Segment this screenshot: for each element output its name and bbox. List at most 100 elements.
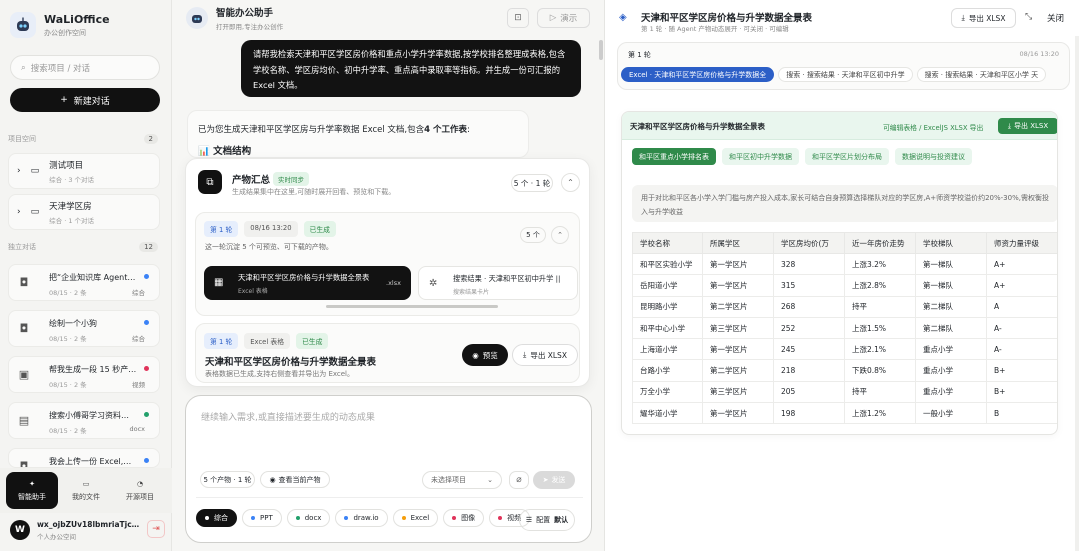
table-cell[interactable]: B+: [986, 380, 1057, 404]
table-cell[interactable]: B+: [986, 359, 1057, 382]
table-cell[interactable]: A-: [986, 338, 1057, 361]
chat-item[interactable]: ◘ 绘制一个小狗 08/15 · 2 条 综合: [8, 310, 160, 347]
table-cell[interactable]: 重点小学: [915, 359, 987, 382]
table-cell[interactable]: 上涨3.2%: [844, 252, 916, 276]
scrollbar[interactable]: [1075, 36, 1079, 551]
table-cell[interactable]: 第一梯队: [915, 274, 987, 297]
attach-icon[interactable]: ⌀: [509, 471, 529, 489]
table-cell[interactable]: 328: [773, 252, 845, 276]
nav-files[interactable]: ▭ 我的文件: [60, 472, 112, 509]
project-item[interactable]: › ▭ 测试项目 综合 · 3 个对话: [8, 153, 160, 189]
table-cell[interactable]: 重点小学: [915, 380, 987, 404]
chevron-up-icon[interactable]: ⌃: [551, 226, 569, 244]
table-cell[interactable]: 第一学区片: [702, 338, 774, 361]
table-cell[interactable]: 台路小学: [632, 359, 703, 382]
sheet-tab[interactable]: 和平区重点小学排名表: [632, 148, 716, 165]
table-cell[interactable]: 第一学区片: [702, 402, 774, 425]
table-cell[interactable]: 第一学区片: [702, 274, 774, 297]
view-products-button[interactable]: ◉ 查看当前产物: [260, 471, 330, 488]
table-cell[interactable]: 上涨1.2%: [844, 402, 916, 425]
table-cell[interactable]: 上涨2.1%: [844, 338, 916, 361]
table-cell[interactable]: 第二学区片: [702, 295, 774, 318]
nav-assistant[interactable]: ✦ 智能助手: [6, 472, 58, 509]
chip-excel[interactable]: Excel: [392, 509, 439, 527]
table-cell[interactable]: 耀华道小学: [632, 402, 703, 425]
preview-button[interactable]: ◉ 预览: [462, 344, 508, 366]
table-cell[interactable]: A: [986, 295, 1057, 318]
table-cell[interactable]: 岳阳道小学: [632, 274, 703, 297]
collapse-icon[interactable]: ⤡: [1025, 12, 1032, 22]
table-cell[interactable]: 昆明路小学: [632, 295, 703, 318]
table-cell[interactable]: 第三学区片: [702, 380, 774, 404]
chevron-up-icon[interactable]: ⌃: [561, 173, 580, 192]
composer-input[interactable]: 继续输入需求,或直接描述要生成的动态成果: [201, 410, 375, 423]
user-profile[interactable]: W wx_ojbZUv18lbmriaTjc… 个人办公空间 ⇥: [10, 518, 165, 542]
chat-item[interactable]: ◘ 把“企业知识库 Agent… 08/15 · 2 条 综合: [8, 264, 160, 301]
close-button[interactable]: 关闭: [1047, 12, 1064, 24]
column-header[interactable]: 师资力量评级: [986, 232, 1057, 254]
demo-button[interactable]: ▷ 演示: [537, 8, 590, 28]
table-cell[interactable]: A+: [986, 252, 1057, 276]
sheet-export-button[interactable]: ⤓ 导出 XLSX: [998, 118, 1057, 134]
table-cell[interactable]: 第一学区片: [702, 252, 774, 276]
column-header[interactable]: 学校名称: [632, 232, 703, 254]
export-xlsx-button[interactable]: ⤓ 导出 XLSX: [512, 344, 578, 366]
table-cell[interactable]: 第二学区片: [702, 359, 774, 382]
chip-docx[interactable]: docx: [286, 509, 331, 527]
table-cell[interactable]: 198: [773, 402, 845, 425]
chat-item[interactable]: ◘ 我会上传一份 Excel,…: [8, 448, 160, 468]
round-count-button[interactable]: 5 个: [520, 227, 546, 243]
export-xlsx-button[interactable]: ⤓ 导出 XLSX: [951, 8, 1016, 28]
table-cell[interactable]: 205: [773, 380, 845, 404]
products-count-button[interactable]: 5 个产物 · 1 轮: [200, 471, 255, 488]
logout-icon[interactable]: ⇥: [147, 520, 165, 538]
chat-item[interactable]: ▣ 帮我生成一段 15 秒产… 08/15 · 2 条 视频: [8, 356, 160, 393]
horizontal-scrollbar[interactable]: [326, 305, 498, 308]
table-cell[interactable]: 下跌0.8%: [844, 359, 916, 382]
tab-search-2[interactable]: 搜索 · 搜索结果 · 天津和平区小学 天: [916, 67, 1047, 82]
search-input[interactable]: ⌕ 搜索项目 / 对话: [10, 55, 160, 80]
table-cell[interactable]: 持平: [844, 380, 916, 404]
sheet-tab[interactable]: 和平区学区片划分布局: [805, 148, 889, 165]
new-chat-button[interactable]: + 新建对话: [10, 88, 160, 112]
table-cell[interactable]: 持平: [844, 295, 916, 318]
table-cell[interactable]: 315: [773, 274, 845, 297]
table-cell[interactable]: 和平中心小学: [632, 316, 703, 340]
table-cell[interactable]: 一般小学: [915, 402, 987, 425]
chat-item[interactable]: ▤ 搜索小傅哥学习资料… 08/15 · 2 条 docx: [8, 402, 160, 439]
table-cell[interactable]: 第二梯队: [915, 295, 987, 318]
chip-drawio[interactable]: draw.io: [335, 509, 388, 527]
file-card-search[interactable]: ✲ 搜索结果 · 天津和平区初中升学 || 搜索结果卡片: [418, 266, 578, 300]
table-cell[interactable]: 268: [773, 295, 845, 318]
chip-image[interactable]: 图像: [443, 509, 485, 527]
column-header[interactable]: 近一年房价走势: [844, 232, 916, 254]
table-cell[interactable]: 和平区实验小学: [632, 252, 703, 276]
send-button[interactable]: ➤ 发送: [533, 471, 575, 489]
project-item[interactable]: › ▭ 天津学区房 综合 · 1 个对话: [8, 194, 160, 230]
column-header[interactable]: 学区房均价(万: [773, 232, 845, 254]
table-cell[interactable]: A+: [986, 274, 1057, 297]
table-cell[interactable]: 上涨1.5%: [844, 316, 916, 340]
chip-general[interactable]: 综合: [196, 509, 237, 527]
table-cell[interactable]: 上涨2.8%: [844, 274, 916, 297]
table-cell[interactable]: 上海道小学: [632, 338, 703, 361]
artifacts-count-button[interactable]: 5 个 · 1 轮: [511, 174, 553, 192]
table-cell[interactable]: 218: [773, 359, 845, 382]
project-select[interactable]: 未选择项目 ⌄: [422, 471, 502, 489]
sheet-tab[interactable]: 和平区初中升学数据: [722, 148, 799, 165]
sheet-tab[interactable]: 数据说明与投资建议: [895, 148, 972, 165]
table-cell[interactable]: 万全小学: [632, 380, 703, 404]
config-button[interactable]: ☰ 配置 默认: [519, 509, 575, 531]
column-header[interactable]: 学校梯队: [915, 232, 987, 254]
column-header[interactable]: 所属学区: [702, 232, 774, 254]
table-cell[interactable]: 252: [773, 316, 845, 340]
file-card-xlsx[interactable]: ▦ 天津和平区学区房价格与升学数据全景表 Excel 表格 .xlsx: [204, 266, 411, 300]
table-cell[interactable]: B: [986, 402, 1057, 425]
nav-opensource[interactable]: ◔ 开源项目: [114, 472, 166, 509]
table-cell[interactable]: 245: [773, 338, 845, 361]
chip-ppt[interactable]: PPT: [242, 509, 282, 527]
table-cell[interactable]: 第一梯队: [915, 252, 987, 276]
table-cell[interactable]: A-: [986, 316, 1057, 340]
scrollbar[interactable]: [599, 40, 603, 60]
table-cell[interactable]: 重点小学: [915, 338, 987, 361]
